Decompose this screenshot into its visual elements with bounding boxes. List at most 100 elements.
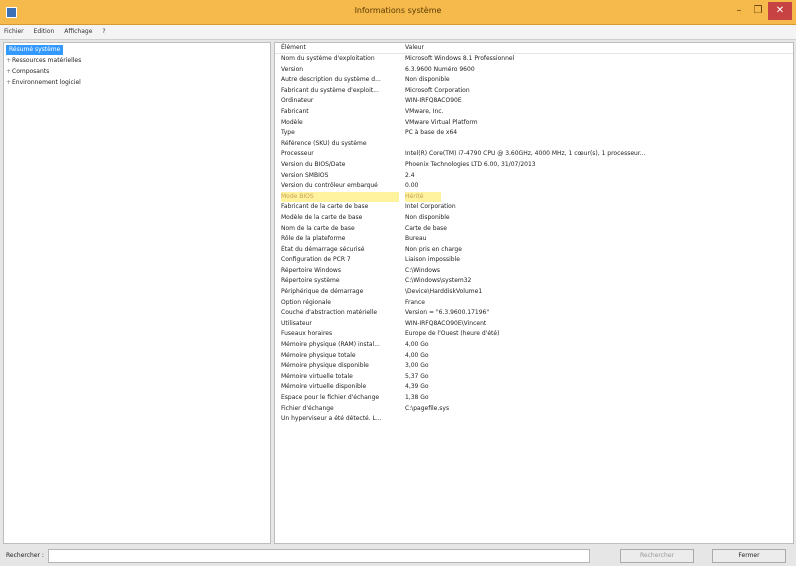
row-element: Espace pour le fichier d'échange <box>281 394 380 401</box>
row-value: France <box>405 298 425 306</box>
table-row[interactable]: Référence (SKU) du système <box>275 139 793 150</box>
search-input[interactable] <box>48 549 590 563</box>
table-row[interactable]: Modèle de la carte de base Non disponible <box>275 213 793 224</box>
row-element: Répertoire système <box>281 277 340 285</box>
row-value: Version = "6.3.9600.17196" <box>405 309 490 317</box>
row-element: Fabricant du système d'exploit... <box>281 86 379 94</box>
table-row[interactable]: Répertoire système C:\Windows\system32 <box>275 276 793 287</box>
category-tree[interactable]: Résumé système +Ressources matérielles +… <box>3 42 271 544</box>
row-value: Hérité <box>405 191 441 203</box>
table-row[interactable]: Mémoire physique disponible 3,00 Go <box>275 361 793 372</box>
menu-help[interactable]: ? <box>98 25 109 35</box>
table-row[interactable]: Version du BIOS/Date Phoenix Technologies… <box>275 160 793 171</box>
table-row[interactable]: Espace pour le fichier d'échange 1,38 Go <box>275 393 793 404</box>
table-row[interactable]: Type PC à base de x64 <box>275 128 793 139</box>
table-row[interactable]: Fabricant de la carte de base Intel Corpo… <box>275 202 793 213</box>
row-element: Répertoire Windows <box>281 266 341 274</box>
column-header-element[interactable]: Élément <box>281 43 306 53</box>
row-element: Fichier d'échange <box>281 404 334 412</box>
table-row[interactable]: Un hyperviseur a été détecté. L... <box>275 414 793 425</box>
maximize-button[interactable]: ❐ <box>749 2 767 20</box>
column-header-value[interactable]: Valeur <box>405 43 424 53</box>
row-value: C:\Windows\system32 <box>405 277 472 285</box>
row-element: Nom de la carte de base <box>281 224 355 232</box>
table-row[interactable]: Mémoire virtuelle totale 5,37 Go <box>275 372 793 383</box>
table-row[interactable]: Autre description du système d... Non dis… <box>275 75 793 86</box>
table-row[interactable]: Version SMBIOS 2.4 <box>275 171 793 182</box>
row-value: Intel(R) Core(TM) i7-4790 CPU @ 3.60GHz,… <box>405 150 646 158</box>
tree-item-composants[interactable]: +Composants <box>6 67 49 77</box>
row-element: Un hyperviseur a été détecté. L... <box>281 415 382 423</box>
row-element: Processeur <box>281 150 314 158</box>
table-row[interactable]: Nom de la carte de base Carte de base <box>275 224 793 235</box>
row-value: 4,00 Go <box>405 351 429 359</box>
row-element: Version du BIOS/Date <box>281 160 346 168</box>
row-element: État du démarrage sécurisé <box>281 245 365 253</box>
table-row[interactable]: Rôle de la plateforme Bureau <box>275 234 793 245</box>
tree-item-resume-systeme[interactable]: Résumé système <box>6 45 64 55</box>
details-list[interactable]: Élément Valeur Nom du système d'exploita… <box>274 42 794 544</box>
row-element: Mode BIOS <box>281 191 399 203</box>
table-row[interactable]: Mémoire physique totale 4,00 Go <box>275 351 793 362</box>
row-element: Référence (SKU) du système <box>281 139 367 147</box>
close-window-button[interactable]: ✕ <box>768 2 792 20</box>
menu-edition[interactable]: Edition <box>30 25 59 35</box>
row-value: Liaison impossible <box>405 256 460 264</box>
table-row[interactable]: Fichier d'échange C:\pagefile.sys <box>275 404 793 415</box>
row-value: \Device\HarddiskVolume1 <box>405 288 483 296</box>
table-row[interactable]: Ordinateur WIN-IRFQ8ACO90E <box>275 96 793 107</box>
row-element: Mémoire physique (RAM) instal... <box>281 341 380 349</box>
tree-item-environnement-logiciel[interactable]: +Environnement logiciel <box>6 78 81 88</box>
table-row[interactable]: Fabricant VMware, Inc. <box>275 107 793 118</box>
table-row[interactable]: Périphérique de démarrage \Device\Harddis… <box>275 287 793 298</box>
row-element: Option régionale <box>281 298 331 306</box>
row-value: Microsoft Windows 8.1 Professionnel <box>405 55 515 62</box>
row-element: Fabricant <box>281 107 309 115</box>
find-button[interactable]: Rechercher <box>620 549 694 563</box>
row-element: Mémoire physique totale <box>281 351 356 359</box>
row-value: 4,00 Go <box>405 341 429 349</box>
table-row[interactable]: Fuseaux horaires Europe de l'Ouest (heure… <box>275 329 793 340</box>
minimize-button[interactable]: – <box>730 2 748 20</box>
table-row[interactable]: Option régionale France <box>275 298 793 309</box>
tree-item-ressources-materielles[interactable]: +Ressources matérielles <box>6 56 81 66</box>
table-row[interactable]: Modèle VMware Virtual Platform <box>275 118 793 129</box>
table-row[interactable]: Utilisateur WIN-IRFQ8ACO90E\Vincent <box>275 319 793 330</box>
search-label: Rechercher : <box>6 552 44 559</box>
table-row[interactable]: État du démarrage sécurisé Non pris en ch… <box>275 245 793 256</box>
table-row[interactable]: Processeur Intel(R) Core(TM) i7-4790 CPU … <box>275 149 793 160</box>
row-element: Périphérique de démarrage <box>281 288 364 296</box>
row-element: Mémoire virtuelle disponible <box>281 383 367 391</box>
row-element: Ordinateur <box>281 97 314 105</box>
table-row[interactable]: Mémoire physique (RAM) instal... 4,00 Go <box>275 340 793 351</box>
table-row[interactable]: Fabricant du système d'exploit... Microso… <box>275 86 793 97</box>
row-value: WIN-IRFQ8ACO90E\Vincent <box>405 319 487 327</box>
row-value: Intel Corporation <box>405 203 456 211</box>
table-row[interactable]: Configuration de PCR 7 Liaison impossible <box>275 255 793 266</box>
close-button[interactable]: Fermer <box>712 549 786 563</box>
row-value: PC à base de x64 <box>405 129 458 137</box>
row-element: Autre description du système d... <box>281 76 381 84</box>
details-header: Élément Valeur <box>275 43 793 54</box>
row-value: WIN-IRFQ8ACO90E <box>405 97 462 105</box>
row-value: 1,38 Go <box>405 394 429 401</box>
row-element: Fabricant de la carte de base <box>281 203 369 211</box>
row-value: Bureau <box>405 235 427 243</box>
menu-affichage[interactable]: Affichage <box>60 25 96 35</box>
menu-fichier[interactable]: Fichier <box>0 25 28 35</box>
row-value: C:\pagefile.sys <box>405 404 450 412</box>
table-row[interactable]: Mode BIOS Hérité <box>275 191 793 203</box>
menu-bar: Fichier Edition Affichage ? <box>0 25 796 40</box>
table-row[interactable]: Version 6.3.9600 Numéro 9600 <box>275 65 793 76</box>
table-row[interactable]: Répertoire Windows C:\Windows <box>275 266 793 277</box>
details-rows: Nom du système d'exploitation Microsoft W… <box>275 54 793 425</box>
row-value: Non disponible <box>405 213 450 221</box>
search-bar: Rechercher : Rechercher Fermer <box>0 546 796 566</box>
table-row[interactable]: Couche d'abstraction matérielle Version =… <box>275 308 793 319</box>
row-value: 5,37 Go <box>405 372 429 380</box>
row-value: Europe de l'Ouest (heure d'été) <box>405 330 500 338</box>
table-row[interactable]: Version du contrôleur embarqué 0.00 <box>275 181 793 192</box>
row-element: Type <box>281 129 295 137</box>
table-row[interactable]: Mémoire virtuelle disponible 4,39 Go <box>275 382 793 393</box>
table-row[interactable]: Nom du système d'exploitation Microsoft W… <box>275 54 793 65</box>
